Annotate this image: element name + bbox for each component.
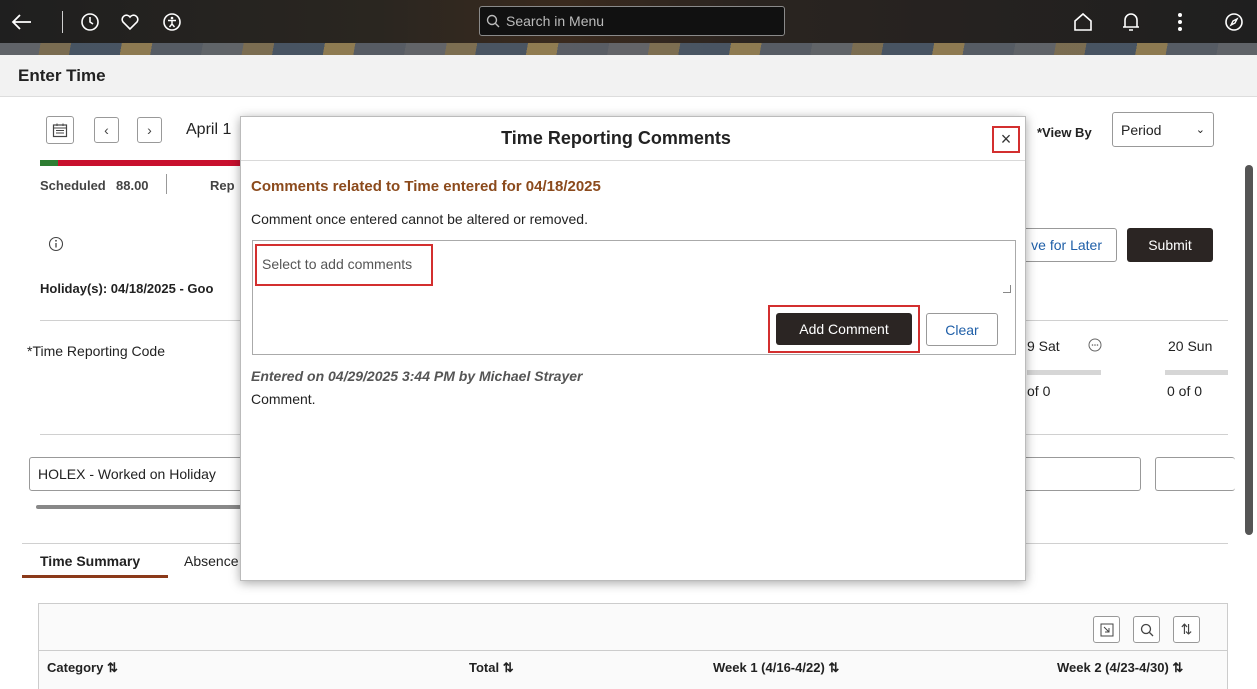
clear-button[interactable]: Clear xyxy=(926,313,998,346)
close-button[interactable]: × xyxy=(992,126,1020,153)
nav-separator xyxy=(62,11,63,33)
recent-clock-icon[interactable] xyxy=(76,8,104,36)
comment-input[interactable]: Select to add comments xyxy=(255,244,433,286)
add-comment-button[interactable]: Add Comment xyxy=(776,313,912,345)
home-icon[interactable] xyxy=(1069,8,1097,36)
search-menu-input[interactable]: Search in Menu xyxy=(479,6,785,36)
back-arrow-icon[interactable] xyxy=(8,8,36,36)
favorites-heart-icon[interactable] xyxy=(116,8,144,36)
add-comment-highlight: Add Comment xyxy=(768,305,920,353)
modal-header: Time Reporting Comments × xyxy=(241,117,1025,161)
comment-box: Select to add comments Add Comment Clear xyxy=(252,240,1016,355)
modal-title: Time Reporting Comments xyxy=(501,128,731,148)
top-banner: Search in Menu xyxy=(0,0,1257,55)
close-icon: × xyxy=(1000,129,1012,149)
navigator-compass-icon[interactable] xyxy=(1220,8,1248,36)
notifications-bell-icon[interactable] xyxy=(1117,8,1145,36)
banner-decoration xyxy=(0,43,1257,55)
time-reporting-comments-modal: Time Reporting Comments × Comments relat… xyxy=(240,116,1026,581)
resize-handle-icon[interactable] xyxy=(1003,285,1011,293)
page-title: Enter Time xyxy=(18,66,106,85)
page-title-bar xyxy=(0,55,1257,97)
accessibility-icon[interactable] xyxy=(158,8,186,36)
search-placeholder: Search in Menu xyxy=(506,13,605,29)
search-icon xyxy=(486,14,500,28)
modal-note: Comment once entered cannot be altered o… xyxy=(251,211,588,227)
modal-subtitle: Comments related to Time entered for 04/… xyxy=(251,178,601,195)
actions-menu-icon[interactable] xyxy=(1166,8,1194,36)
comment-text: Comment. xyxy=(251,391,316,407)
comment-entered-by: Entered on 04/29/2025 3:44 PM by Michael… xyxy=(251,368,583,384)
